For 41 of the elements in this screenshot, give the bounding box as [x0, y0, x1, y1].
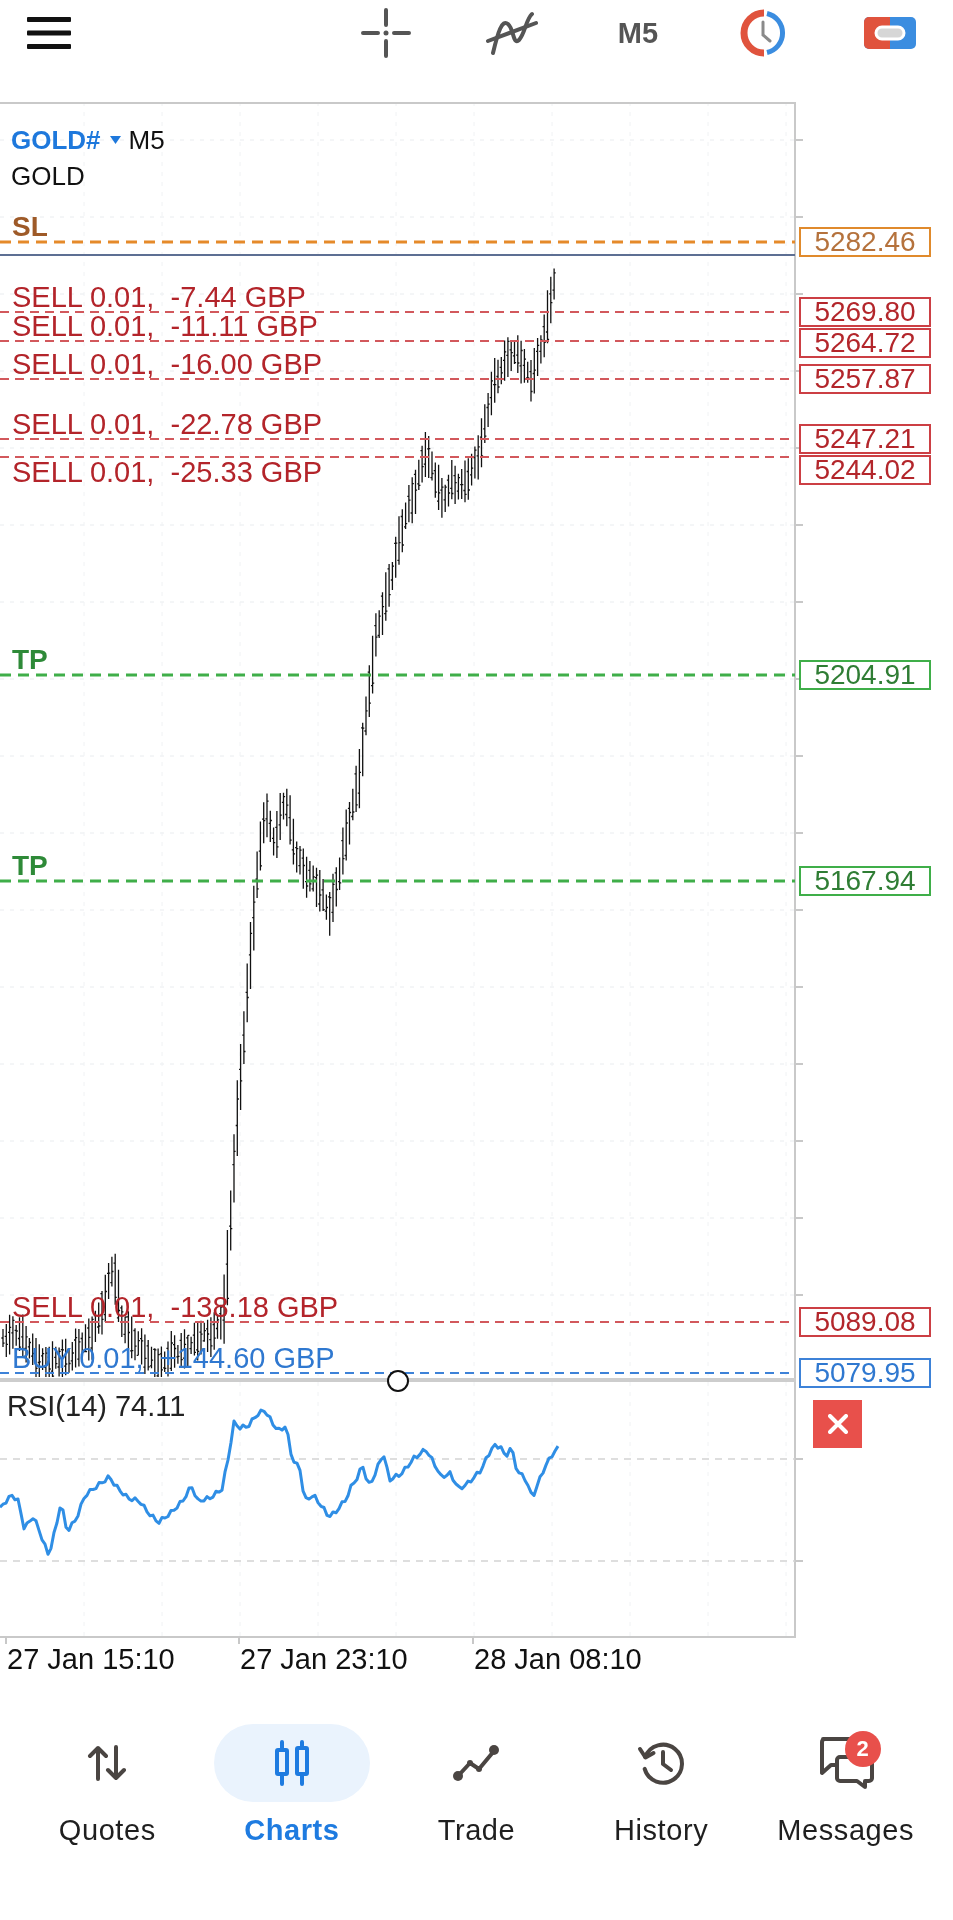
chart-timeframe: M5 — [128, 127, 165, 153]
order-label: SELL 0.01, -16.00 GBP — [12, 351, 323, 378]
time-axis-label: 27 Jan 23:10 — [240, 1645, 408, 1674]
price-label: 5079.95 — [799, 1358, 931, 1388]
up-down-arrows-icon — [86, 1745, 129, 1781]
price-label: 5089.08 — [799, 1307, 931, 1337]
order-label: SELL 0.01, -25.33 GBP — [12, 459, 323, 486]
price-label: 5282.46 — [799, 227, 931, 257]
order-label: SELL 0.01, -11.11 GBP — [12, 313, 318, 340]
nav-tab[interactable]: Quotes — [29, 1724, 186, 1847]
caret-icon — [109, 136, 121, 144]
close-icon — [827, 1414, 848, 1434]
time-axis-label: 28 Jan 08:10 — [474, 1645, 642, 1674]
menu-icon[interactable] — [27, 17, 71, 49]
stop-loss-tag: SL — [12, 213, 48, 240]
order-label: SELL 0.01, -22.78 GBP — [12, 411, 323, 438]
nav-tab[interactable]: Trade — [398, 1724, 555, 1847]
price-label: 5204.91 — [799, 660, 931, 690]
nav-tab[interactable]: Charts — [213, 1724, 370, 1847]
price-label: 5264.72 — [799, 328, 931, 358]
price-label: 5247.21 — [799, 424, 931, 454]
notification-badge: 2 — [844, 1731, 881, 1767]
nav-tab[interactable]: History — [583, 1724, 740, 1847]
symbol-description: GOLD — [11, 163, 85, 189]
line-chart-icon — [451, 1743, 502, 1783]
order-label: SELL 0.01, -7.44 GBP — [12, 284, 306, 311]
wave-line-icon[interactable] — [485, 10, 539, 56]
crosshair-icon[interactable] — [361, 8, 411, 58]
indicator-label: RSI(14) 74.11 — [7, 1392, 186, 1421]
price-label: 5244.02 — [799, 455, 931, 485]
close-indicator-button[interactable] — [813, 1400, 862, 1448]
resize-handle[interactable] — [387, 1370, 409, 1392]
price-label: 5269.80 — [799, 297, 931, 327]
nav-tab[interactable]: 2 Messages — [767, 1724, 924, 1847]
timeframe-button[interactable]: M5 — [617, 18, 659, 48]
price-label: 5167.94 — [799, 866, 931, 896]
time-axis-label: 27 Jan 15:10 — [7, 1645, 175, 1674]
price-label: 5257.87 — [799, 364, 931, 394]
take-profit-tag: TP — [12, 646, 48, 673]
symbol-selector[interactable]: GOLD# — [11, 127, 121, 153]
take-profit-tag: TP — [12, 852, 48, 879]
